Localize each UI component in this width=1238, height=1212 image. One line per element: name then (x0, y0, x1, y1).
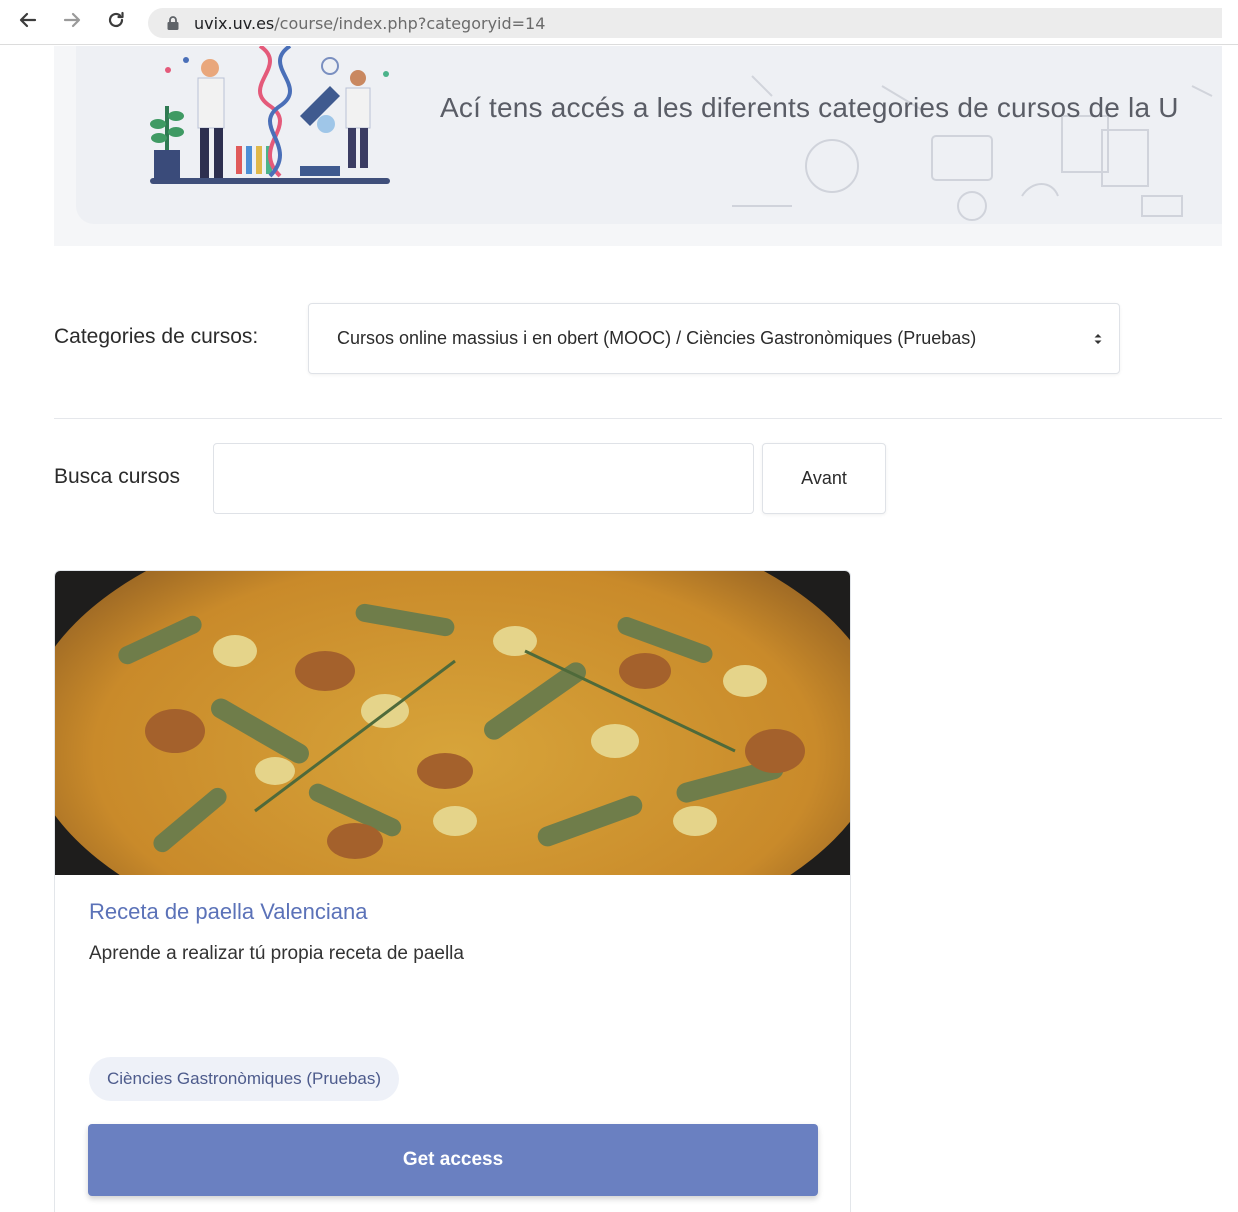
search-submit-button[interactable]: Avant (762, 443, 886, 514)
forward-arrow-icon[interactable] (58, 6, 86, 34)
hero-welcome-text: Ací tens accés a les diferents categorie… (440, 92, 1179, 123)
address-bar[interactable]: uvix.uv.es/course/index.php?categoryid=1… (148, 8, 1222, 38)
divider (54, 418, 1222, 419)
lock-icon (166, 15, 180, 31)
hero-card: Ací tens accés a les diferents categorie… (76, 46, 1222, 224)
search-label: Busca cursos (54, 465, 181, 488)
select-arrows-icon (1094, 334, 1102, 344)
categories-label: Categories de cursos: (54, 325, 259, 348)
course-summary: Aprende a realizar tú propia receta de p… (89, 943, 464, 964)
url-path: /course/index.php?categoryid=14 (274, 13, 546, 33)
category-select[interactable]: Cursos online massius i en obert (MOOC) … (308, 303, 1120, 374)
course-card: Receta de paella Valenciana Aprende a re… (54, 570, 851, 1212)
science-illustration (150, 46, 390, 184)
url-host: uvix.uv.es (194, 13, 275, 33)
search-input[interactable] (213, 443, 754, 514)
back-arrow-icon[interactable] (14, 6, 42, 34)
category-select-value: Cursos online massius i en obert (MOOC) … (337, 328, 977, 348)
course-image-paella[interactable] (55, 571, 851, 875)
reload-icon[interactable] (102, 6, 130, 34)
hero-banner: Ací tens accés a les diferents categorie… (54, 46, 1222, 246)
browser-toolbar: uvix.uv.es/course/index.php?categoryid=1… (0, 0, 1238, 45)
course-category-badge[interactable]: Ciències Gastronòmiques (Pruebas) (89, 1057, 400, 1101)
get-access-button[interactable]: Get access (88, 1124, 818, 1196)
course-title-link[interactable]: Receta de paella Valenciana (89, 899, 367, 925)
doodle-pattern (732, 75, 1213, 221)
